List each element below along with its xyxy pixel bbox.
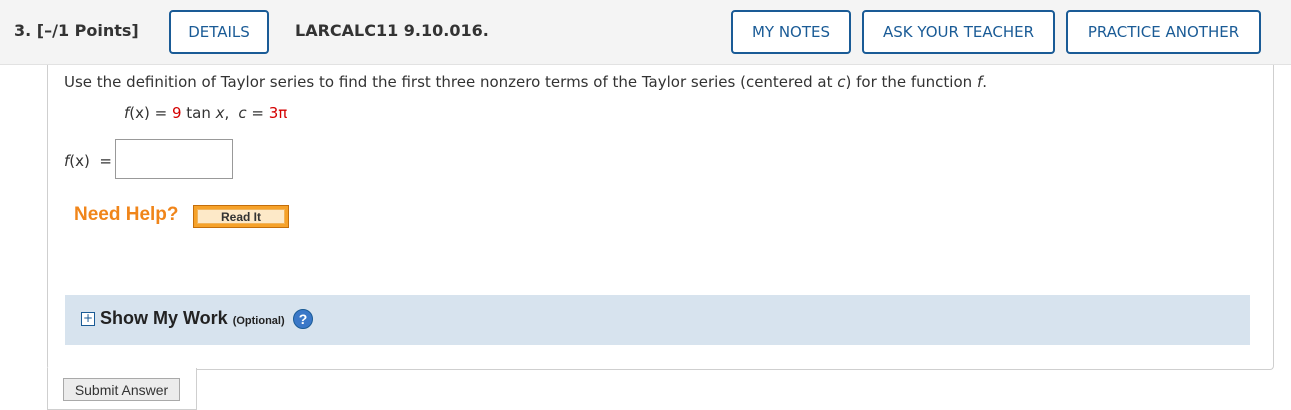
question-id: LARCALC11 9.10.016. bbox=[295, 21, 489, 40]
prompt-text-1: Use the definition of Taylor series to f… bbox=[64, 73, 838, 91]
question-prompt: Use the definition of Taylor series to f… bbox=[64, 73, 987, 91]
eq-x-paren: (x) bbox=[129, 104, 150, 122]
eq-comma: , bbox=[224, 104, 230, 122]
ask-your-teacher-button[interactable]: ASK YOUR TEACHER bbox=[862, 10, 1055, 54]
details-button[interactable]: DETAILS bbox=[169, 10, 269, 54]
eq-c-equals: = bbox=[246, 104, 269, 122]
eq-equals: = bbox=[149, 104, 172, 122]
expand-plus-icon[interactable]: + bbox=[81, 312, 95, 326]
prompt-text-2: ) for the function bbox=[845, 73, 977, 91]
answer-label-rest: (x) = bbox=[69, 152, 112, 170]
eq-c: c bbox=[238, 104, 247, 122]
show-my-work-title[interactable]: Show My Work (Optional) bbox=[100, 308, 285, 329]
question-points: 3. [–/1 Points] bbox=[14, 21, 139, 40]
eq-x: x bbox=[215, 104, 225, 122]
submit-answer-button[interactable]: Submit Answer bbox=[63, 378, 180, 401]
answer-input[interactable] bbox=[115, 139, 233, 179]
my-notes-button[interactable]: MY NOTES bbox=[731, 10, 851, 54]
question-header: 3. [–/1 Points] DETAILS LARCALC11 9.10.0… bbox=[0, 0, 1291, 65]
read-it-button[interactable]: Read It bbox=[193, 205, 289, 228]
help-question-icon[interactable]: ? bbox=[293, 309, 313, 329]
need-help-label: Need Help? bbox=[74, 204, 179, 225]
prompt-text-end: . bbox=[982, 73, 987, 91]
practice-another-button[interactable]: PRACTICE ANOTHER bbox=[1066, 10, 1261, 54]
panel-divider bbox=[48, 367, 196, 371]
read-it-label: Read It bbox=[197, 209, 285, 224]
eq-tan: tan bbox=[181, 104, 216, 122]
show-my-work-bar[interactable]: + Show My Work (Optional) ? bbox=[65, 295, 1250, 345]
function-equation: f(x) = 9 tan x, c = 3π bbox=[124, 104, 287, 122]
answer-label: f(x) = bbox=[64, 152, 112, 170]
show-my-work-label: Show My Work bbox=[100, 308, 228, 328]
eq-c-value: 3π bbox=[268, 104, 288, 122]
optional-label: (Optional) bbox=[232, 315, 285, 327]
eq-coefficient: 9 bbox=[171, 104, 182, 122]
